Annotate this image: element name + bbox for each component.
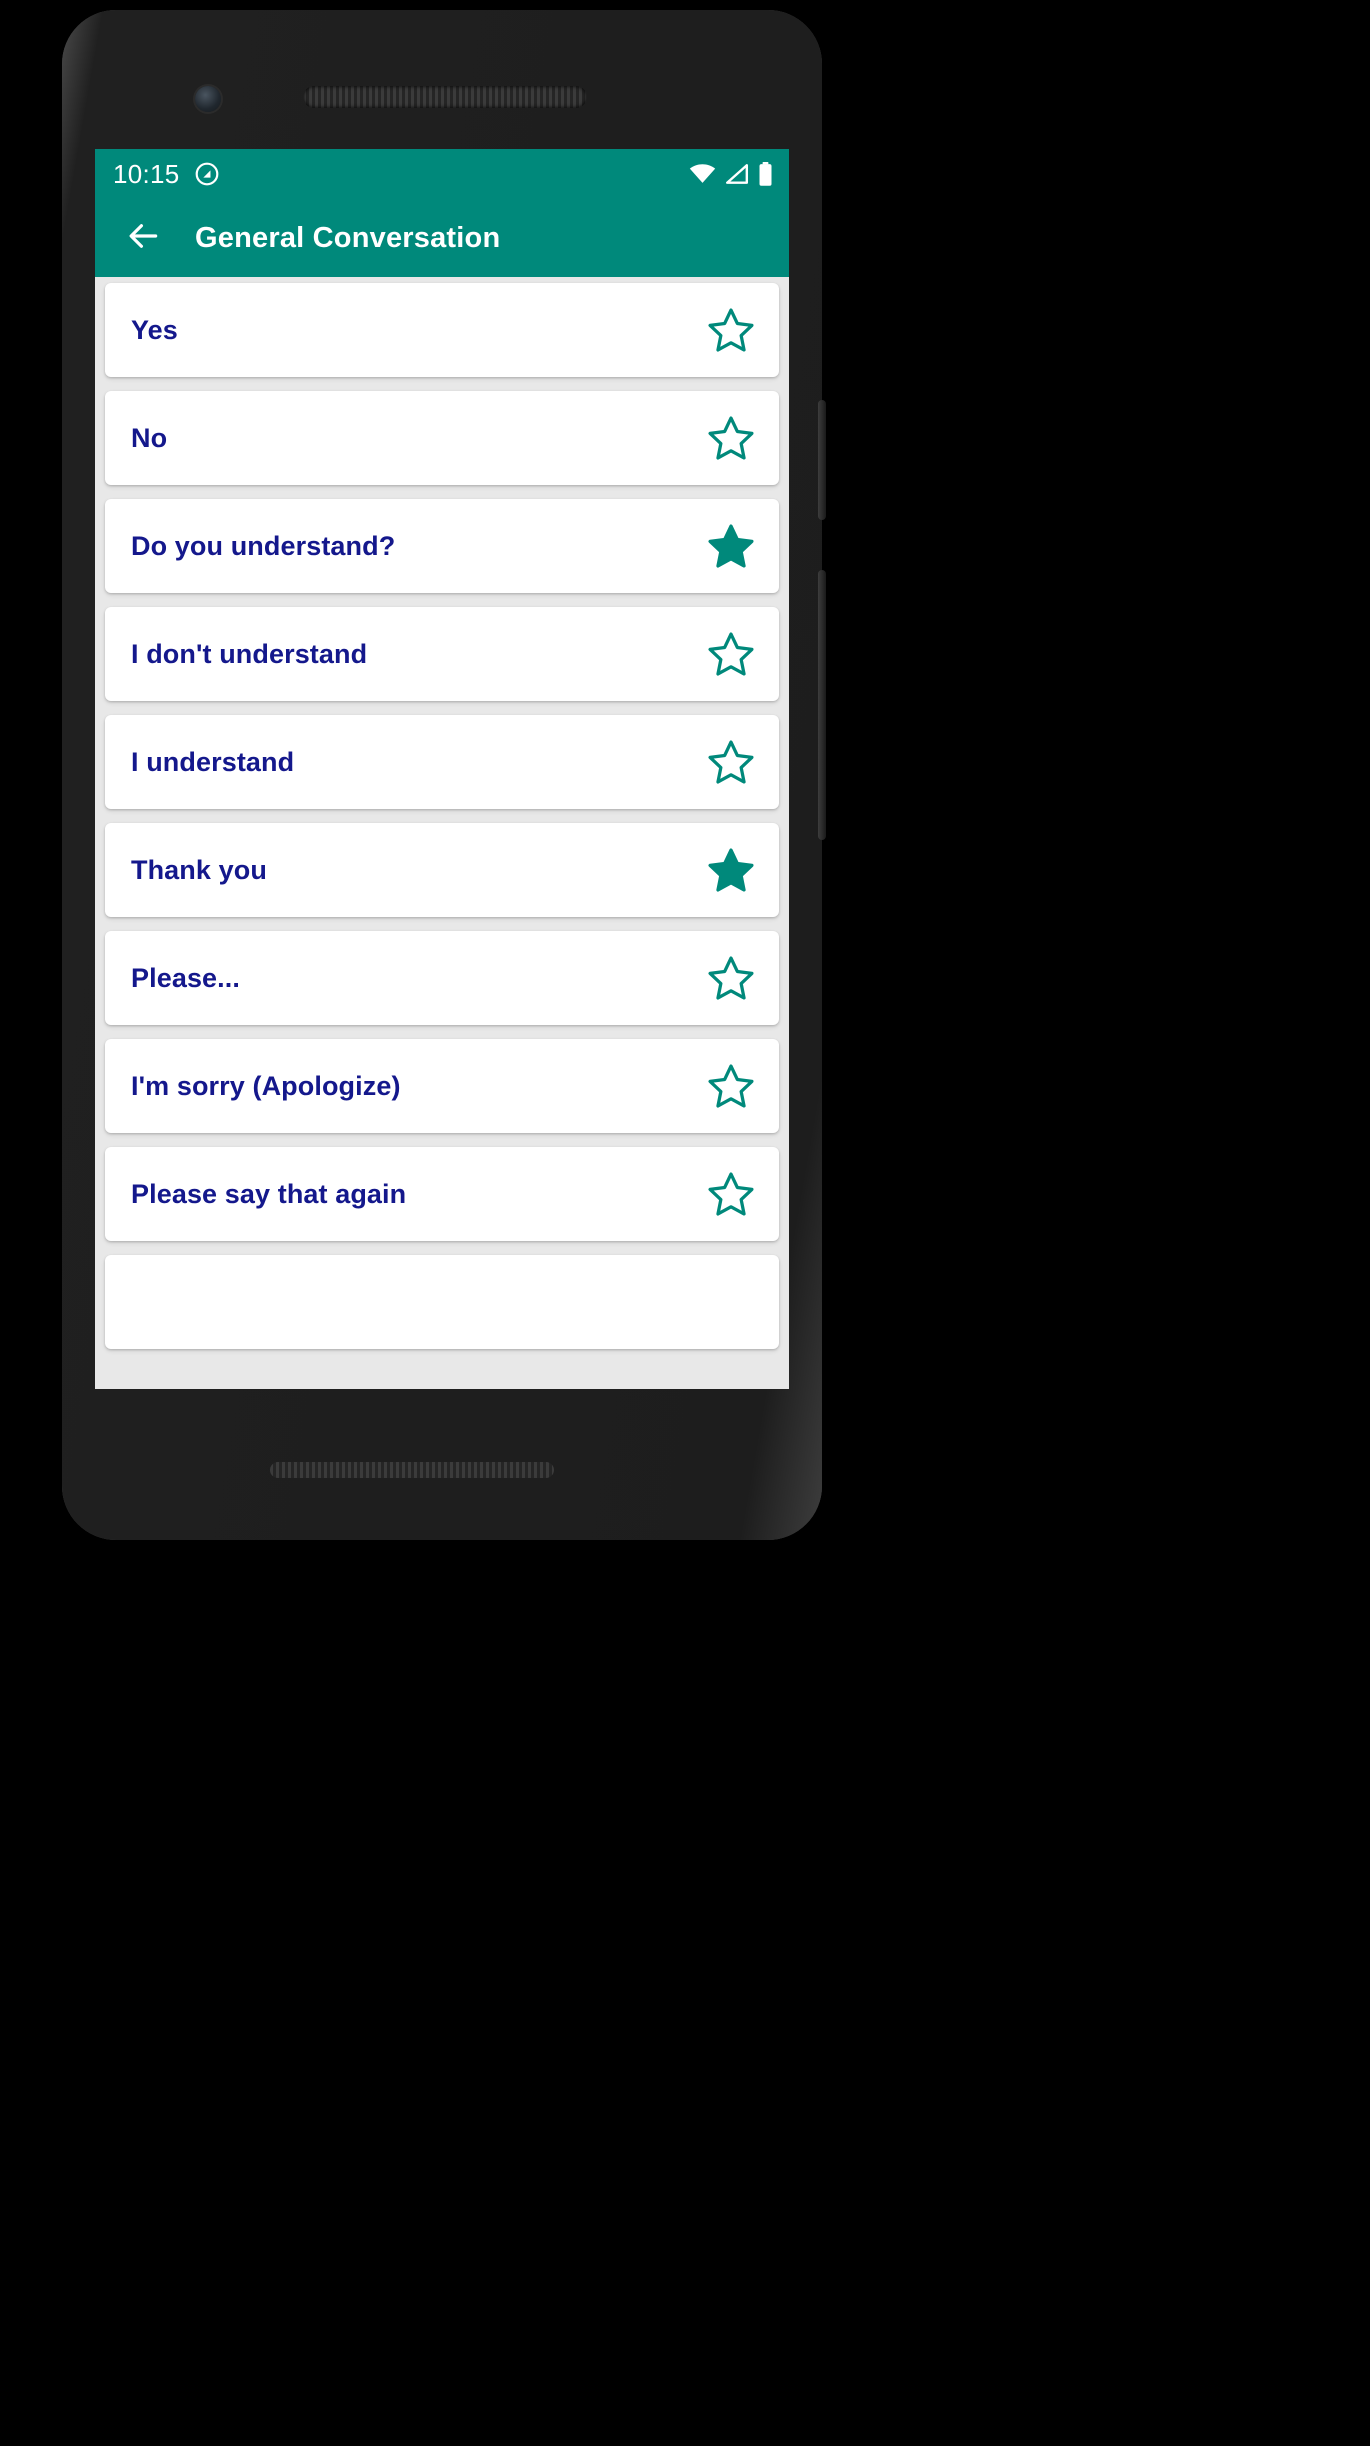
phrase-label: Thank you (131, 854, 267, 885)
back-button[interactable] (115, 210, 171, 266)
star-outline-icon (708, 956, 754, 1000)
favorite-star-button[interactable] (705, 952, 757, 1004)
phrase-card[interactable]: Please say that again (105, 1147, 779, 1241)
favorite-star-button[interactable] (705, 628, 757, 680)
android-q-icon (194, 161, 220, 187)
status-bar: 10:15 (95, 149, 789, 199)
star-filled-icon (708, 524, 754, 568)
favorite-star-button[interactable] (705, 520, 757, 572)
phone-screen: 10:15 General Conversation Yes No Do you… (95, 149, 789, 1389)
star-outline-icon (708, 1064, 754, 1108)
phrase-label: Please... (131, 962, 240, 993)
earpiece-speaker (303, 86, 587, 108)
phrase-card[interactable]: I understand (105, 715, 779, 809)
favorite-star-button[interactable] (705, 1168, 757, 1220)
phrase-label: No (131, 422, 168, 453)
phrase-card[interactable]: Yes (105, 283, 779, 377)
star-filled-icon (708, 848, 754, 892)
front-camera-icon (195, 86, 221, 112)
star-outline-icon (708, 416, 754, 460)
phrase-label: I'm sorry (Apologize) (131, 1070, 401, 1101)
star-outline-icon (708, 740, 754, 784)
status-bar-left: 10:15 (113, 159, 220, 190)
phrase-list[interactable]: Yes No Do you understand? I don't understan… (95, 277, 789, 1389)
phrase-label: I don't understand (131, 638, 368, 669)
phone-top-bezel (95, 40, 789, 150)
bottom-speaker-grille (270, 1462, 554, 1478)
phrase-label: I understand (131, 746, 295, 777)
screenshot-root: 10:15 General Conversation Yes No Do you… (0, 0, 1370, 2446)
phone-device-frame: 10:15 General Conversation Yes No Do you… (62, 10, 826, 1540)
phrase-label: Do you understand? (131, 530, 396, 561)
power-button[interactable] (818, 400, 826, 520)
star-outline-icon (708, 1172, 754, 1216)
status-clock: 10:15 (113, 158, 180, 189)
phrase-card[interactable]: I don't understand (105, 607, 779, 701)
favorite-star-button[interactable] (705, 844, 757, 896)
favorite-star-button[interactable] (705, 412, 757, 464)
favorite-star-button[interactable] (705, 1060, 757, 1112)
favorite-star-button[interactable] (705, 304, 757, 356)
wifi-icon (689, 164, 716, 184)
phrase-label: Please say that again (131, 1178, 407, 1209)
arrow-left-icon (124, 217, 162, 260)
app-bar: General Conversation (95, 199, 789, 277)
phrase-card[interactable]: I'm sorry (Apologize) (105, 1039, 779, 1133)
phrase-card[interactable]: Thank you (105, 823, 779, 917)
signal-icon (725, 164, 749, 184)
star-outline-icon (708, 308, 754, 352)
phrase-label: Yes (131, 314, 178, 345)
star-outline-icon (708, 632, 754, 676)
phrase-card[interactable]: Please... (105, 931, 779, 1025)
volume-button[interactable] (818, 570, 826, 840)
phrase-card[interactable]: No (105, 391, 779, 485)
favorite-star-button[interactable] (705, 736, 757, 788)
battery-icon (758, 162, 773, 186)
phrase-card[interactable]: Do you understand? (105, 499, 779, 593)
phrase-card-partial[interactable] (105, 1255, 779, 1349)
status-bar-right (689, 162, 773, 186)
page-title: General Conversation (195, 221, 501, 254)
